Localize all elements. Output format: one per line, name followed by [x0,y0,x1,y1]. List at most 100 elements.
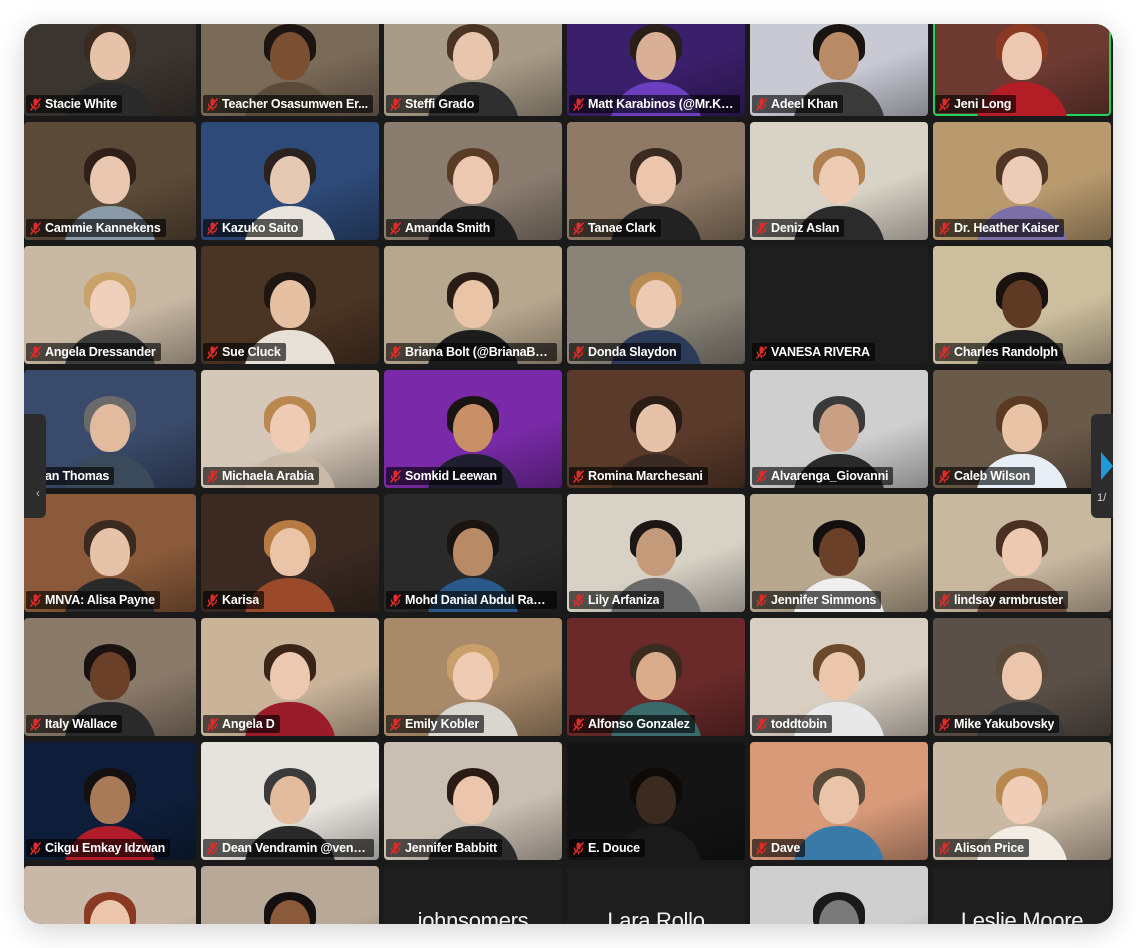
participant-tile[interactable]: Leslie MooreLeslie Moore [933,866,1111,924]
participant-name-tag: Dean Vendramin @vendi... [203,839,374,857]
participant-tile[interactable]: Dean Vendramin @vendi... [201,742,379,860]
participant-tile[interactable]: Donda Slaydon [567,246,745,364]
participant-tile[interactable]: Stacie White [24,24,196,116]
participant-tile[interactable]: VANESA RIVERA [750,246,928,364]
participant-tile[interactable]: Tracy Belfield [24,866,196,924]
muted-mic-icon [30,97,41,111]
participant-tile[interactable]: Dave [750,742,928,860]
participant-tile[interactable]: Alfonso Gonzalez [567,618,745,736]
participant-video [64,892,156,924]
participant-tile[interactable]: Kazuko Saito [201,122,379,240]
muted-mic-icon [756,717,767,731]
participant-name: MNVA: Alisa Payne [45,593,155,607]
participant-name: Angela Dressander [45,345,156,359]
muted-mic-icon [30,593,41,607]
participant-tile[interactable]: Caleb Wilson [933,370,1111,488]
participant-name-tag: Steffi Grado [386,95,480,113]
participant-tile[interactable]: Romina Marchesani [567,370,745,488]
participant-name-tag: Briana Bolt (@BrianaBol... [386,343,557,361]
participant-tile[interactable]: E. Douce [567,742,745,860]
participant-tile[interactable]: Cammie Kannekens [24,122,196,240]
participant-name-tag: Sue Cluck [203,343,286,361]
participant-tile[interactable]: Lara RolloLara Rollo [567,866,745,924]
participant-name-tag: Jeni Long [935,95,1017,113]
participant-tile[interactable]: Redzuan [201,866,379,924]
participant-tile[interactable]: Alvarenga_Giovanni [750,370,928,488]
participant-tile[interactable]: Adeel Khan [750,24,928,116]
participant-name-tag: Lily Arfaniza [569,591,665,609]
participant-tile[interactable]: Briana Bolt (@BrianaBol... [384,246,562,364]
participant-tile[interactable]: Tanae Clark [567,122,745,240]
participant-video [793,892,885,924]
participant-tile[interactable]: Jeni Long [933,24,1111,116]
participant-tile[interactable]: Sue Cluck [201,246,379,364]
participant-name-tag: Jennifer Simmons [752,591,882,609]
participant-tile[interactable]: Jae Williams [750,866,928,924]
participant-tile[interactable]: Deniz Aslan [750,122,928,240]
participant-tile[interactable]: Italy Wallace [24,618,196,736]
muted-mic-icon [756,841,767,855]
participant-name-tag: Dave [752,839,806,857]
participant-tile[interactable]: lindsay armbruster [933,494,1111,612]
participant-name-tag: Angela Dressander [26,343,161,361]
muted-mic-icon [756,221,767,235]
muted-mic-icon [207,345,218,359]
muted-mic-icon [573,841,584,855]
participant-tile[interactable]: Lily Arfaniza [567,494,745,612]
participant-name-tag: Alison Price [935,839,1029,857]
participant-tile[interactable]: Somkid Leewan [384,370,562,488]
muted-mic-icon [573,97,584,111]
participant-tile[interactable]: Mike Yakubovsky [933,618,1111,736]
participant-tile[interactable]: Charles Randolph [933,246,1111,364]
muted-mic-icon [207,593,218,607]
participant-tile[interactable]: Karisa [201,494,379,612]
participant-tile[interactable]: Cikgu Emkay Idzwan [24,742,196,860]
muted-mic-icon [939,717,950,731]
muted-mic-icon [756,97,767,111]
muted-mic-icon [390,593,401,607]
participant-tile[interactable]: Emily Kobler [384,618,562,736]
muted-mic-icon [30,841,41,855]
page-indicator: 1/ [1097,492,1107,504]
chevron-left-icon: ‹ [36,486,40,500]
participant-name: Sue Cluck [222,345,281,359]
muted-mic-icon [207,717,218,731]
participant-tile[interactable]: toddtobin [750,618,928,736]
muted-mic-icon [573,469,584,483]
participant-name: Briana Bolt (@BrianaBol... [405,345,552,359]
next-page-button[interactable]: 1/ [1091,414,1113,518]
participant-name-tag: Kazuko Saito [203,219,304,237]
participant-name: E. Douce [588,841,640,855]
muted-mic-icon [207,97,218,111]
participant-tile[interactable]: an Thomas [24,370,196,488]
participant-name: Jeni Long [954,97,1012,111]
participant-tile[interactable]: MNVA: Alisa Payne [24,494,196,612]
participant-name: Tanae Clark [588,221,656,235]
participant-tile[interactable]: johnsomersjohnsomers [384,866,562,924]
participant-tile[interactable]: Mohd Danial Abdul Rahim [384,494,562,612]
participant-tile[interactable]: Jennifer Babbitt [384,742,562,860]
participant-tile[interactable]: Amanda Smith [384,122,562,240]
participant-name: Alfonso Gonzalez [588,717,690,731]
participant-name-tag: Teacher Osasumwen Er... [203,95,373,113]
participant-name: Italy Wallace [45,717,117,731]
participant-tile[interactable]: Alison Price [933,742,1111,860]
participant-name: Dave [771,841,801,855]
muted-mic-icon [573,221,584,235]
participant-name: Angela D [222,717,275,731]
participant-tile[interactable]: Angela Dressander [24,246,196,364]
participant-name-tag: lindsay armbruster [935,591,1068,609]
participant-name-tag: VANESA RIVERA [752,343,875,361]
participant-tile[interactable]: Angela D [201,618,379,736]
participant-name-tag: Karisa [203,591,265,609]
participant-tile[interactable]: Matt Karabinos (@Mr.K_... [567,24,745,116]
participant-tile[interactable]: Michaela Arabia [201,370,379,488]
participant-tile[interactable]: Dr. Heather Kaiser [933,122,1111,240]
participant-tile[interactable]: Teacher Osasumwen Er... [201,24,379,116]
participant-tile[interactable]: Steffi Grado [384,24,562,116]
previous-page-button[interactable]: ‹ [24,414,46,518]
muted-mic-icon [756,469,767,483]
participant-name: Lily Arfaniza [588,593,660,607]
participant-name-tag: MNVA: Alisa Payne [26,591,160,609]
participant-tile[interactable]: Jennifer Simmons [750,494,928,612]
